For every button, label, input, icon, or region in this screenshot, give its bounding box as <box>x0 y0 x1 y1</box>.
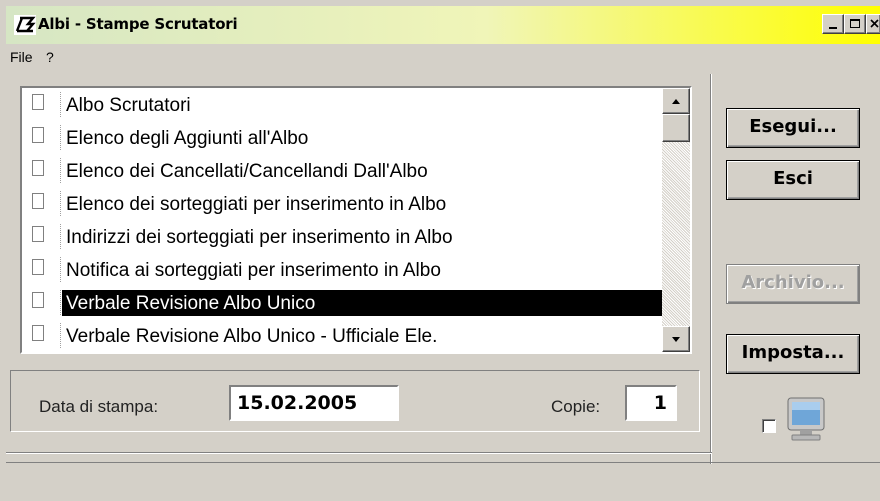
exit-button[interactable]: Esci <box>726 160 860 200</box>
list-item-label: Notifica ai sorteggiati per inserimento … <box>66 260 441 281</box>
date-label: Data di stampa: <box>39 397 159 416</box>
list-item-checkbox[interactable] <box>32 193 44 209</box>
list-item-checkbox[interactable] <box>32 127 44 143</box>
minimize-button[interactable] <box>822 14 844 34</box>
list-item-checkbox[interactable] <box>32 160 44 176</box>
scroll-thumb[interactable] <box>662 114 690 142</box>
maximize-button[interactable] <box>844 14 866 34</box>
window-title: Albi - Stampe Scrutatori <box>38 15 238 33</box>
menu-file[interactable]: File <box>10 49 33 65</box>
list-item-divider <box>60 290 61 315</box>
print-options-group: Data di stampa: 15.02.2005 Copie: 1 <box>10 370 700 432</box>
main-window: Albi - Stampe Scrutatori File ? Albo Scr… <box>0 0 880 501</box>
report-list-items: Albo Scrutatori Elenco degli Aggiunti all… <box>22 88 662 352</box>
scroll-up-button[interactable] <box>662 88 690 114</box>
list-item-checkbox[interactable] <box>32 94 44 110</box>
list-item[interactable]: Verbale Revisione Albo Unico - Ufficiale… <box>22 319 662 352</box>
archive-button[interactable]: Archivio... <box>726 264 860 304</box>
list-item-divider <box>60 191 61 216</box>
list-item[interactable]: Elenco dei sorteggiati per inserimento i… <box>22 187 662 220</box>
copies-label: Copie: <box>551 397 601 416</box>
list-item[interactable]: Notifica ai sorteggiati per inserimento … <box>22 253 662 286</box>
status-bar <box>6 462 880 501</box>
horizontal-divider <box>6 452 712 454</box>
list-item-divider <box>60 224 61 249</box>
list-item-label: Verbale Revisione Albo Unico - Ufficiale… <box>66 326 438 347</box>
print-date-input[interactable]: 15.02.2005 <box>229 385 399 421</box>
scroll-down-button[interactable] <box>662 326 690 352</box>
list-item-checkbox[interactable] <box>32 226 44 242</box>
list-item-label: Elenco dei sorteggiati per inserimento i… <box>66 194 447 215</box>
list-item[interactable]: Elenco degli Aggiunti all'Albo <box>22 121 662 154</box>
preview-checkbox[interactable] <box>762 419 776 433</box>
title-bar[interactable]: Albi - Stampe Scrutatori <box>6 6 880 44</box>
list-item-checkbox[interactable] <box>32 292 44 308</box>
list-item-divider <box>60 92 61 117</box>
copies-input[interactable]: 1 <box>625 385 677 421</box>
settings-button[interactable]: Imposta... <box>726 334 860 374</box>
list-item-label: Elenco dei Cancellati/Cancellandi Dall'A… <box>66 161 428 182</box>
execute-button[interactable]: Esegui... <box>726 108 860 148</box>
menu-help[interactable]: ? <box>46 49 54 65</box>
close-button[interactable] <box>866 14 880 34</box>
list-item-divider <box>60 125 61 150</box>
list-item[interactable]: Indirizzi dei sorteggiati per inseriment… <box>22 220 662 253</box>
report-list[interactable]: Albo Scrutatori Elenco degli Aggiunti all… <box>20 86 692 354</box>
list-item[interactable]: Verbale Revisione Albo Unico <box>22 286 662 319</box>
menu-bar: File ? <box>6 46 880 70</box>
list-scrollbar[interactable] <box>662 88 690 352</box>
monitor-icon <box>780 396 832 444</box>
list-item-divider <box>60 158 61 183</box>
vertical-divider <box>710 74 712 464</box>
list-item-divider <box>60 257 61 282</box>
list-item[interactable]: Albo Scrutatori <box>22 88 662 121</box>
list-item-label: Verbale Revisione Albo Unico <box>66 293 316 314</box>
list-item-divider <box>60 323 61 348</box>
list-item-label: Elenco degli Aggiunti all'Albo <box>66 128 309 149</box>
list-item-label: Indirizzi dei sorteggiati per inseriment… <box>66 227 453 248</box>
list-item-checkbox[interactable] <box>32 325 44 341</box>
app-s-icon[interactable] <box>14 15 36 35</box>
list-item[interactable]: Elenco dei Cancellati/Cancellandi Dall'A… <box>22 154 662 187</box>
list-item-checkbox[interactable] <box>32 259 44 275</box>
list-item-label: Albo Scrutatori <box>66 95 191 116</box>
